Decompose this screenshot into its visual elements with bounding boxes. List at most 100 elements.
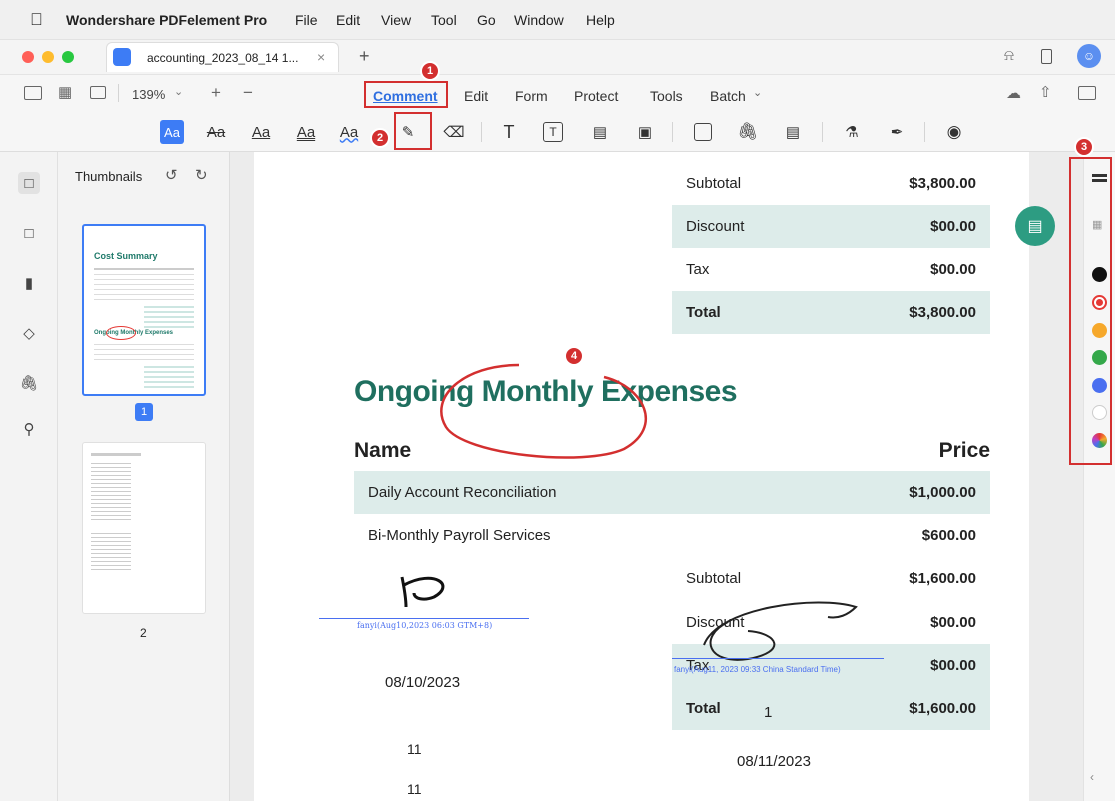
device-icon[interactable] [1041,49,1052,64]
signature-caption: fanyi(Aug10,2023 06:03 GTM+8) [357,621,493,630]
summary-label: Total [686,700,721,717]
new-tab-button[interactable]: + [359,46,370,67]
menu-tool[interactable]: Tool [431,12,457,28]
signature-line [672,658,884,659]
close-tab-icon[interactable]: × [317,49,325,65]
toolbar-divider [481,122,482,142]
handwritten-signature-1[interactable] [394,567,464,612]
tab-protect[interactable]: Protect [574,88,618,104]
cloud-icon[interactable]: ☁ [1006,84,1021,102]
menu-go[interactable]: Go [477,12,496,28]
search-icon[interactable]: ⚲ [18,418,40,440]
bookmark-icon[interactable]: ▮ [18,272,40,294]
text-box-icon[interactable]: T [497,120,521,144]
signature-pen-icon[interactable]: ✒ [885,120,909,144]
menu-window[interactable]: Window [514,12,564,28]
eye-icon[interactable]: ◉ [942,120,966,144]
toolbar-divider [118,84,119,102]
thumbnail-summary-2 [144,366,194,388]
rectangle-icon[interactable] [694,123,712,141]
page-view-icon[interactable] [90,86,106,99]
double-underline-tool[interactable]: Aa [294,120,318,144]
table-row: Bi-Monthly Payroll Services $600.00 [354,514,990,557]
page-icon[interactable]: □ [18,172,40,194]
thumbnail-mini-title: Cost Summary [94,251,158,261]
close-window-button[interactable] [22,51,34,63]
page-thumbnail-2[interactable] [82,442,206,614]
summary-value: $00.00 [930,657,976,674]
comment-icon[interactable]: □ [18,222,40,244]
right-panel-icon[interactable] [1078,86,1096,100]
apple-icon[interactable]:  [30,10,43,30]
rotate-left-icon[interactable]: ↺ [165,166,178,184]
highlight-text-tool[interactable]: Aa [160,120,184,144]
measure-icon[interactable]: ▤ [781,120,805,144]
tab-tools[interactable]: Tools [650,88,683,104]
item-price: $1,000.00 [909,484,976,501]
sidebar-toggle-icon[interactable] [24,86,42,100]
summary-row-discount: Discount $00.00 [672,205,990,248]
zoom-dropdown-icon[interactable]: ⌄ [174,85,183,98]
stamp-icon[interactable]: ⚗ [840,120,864,144]
menu-bar:  Wondershare PDFelement Pro File Edit V… [0,0,1115,40]
strikethrough-tool[interactable]: Aa [204,120,228,144]
thumbnails-panel: Thumbnails ↺ ↻ Cost Summary Ongoing Mont… [58,152,230,801]
thumbnail-table [94,274,194,302]
callout-box-palette [1069,157,1112,465]
batch-dropdown-icon[interactable]: ⌄ [753,86,762,99]
date-text: 08/11/2023 [737,753,811,770]
page-thumbnail-1[interactable]: Cost Summary Ongoing Monthly Expenses [82,224,206,396]
callout-icon[interactable]: ▤ [588,120,612,144]
menu-help[interactable]: Help [586,12,615,28]
underline-tool[interactable]: Aa [249,120,273,144]
bell-icon[interactable]: ⍾ [1004,47,1014,64]
grid-view-icon[interactable]: ▦ [58,83,72,101]
summary-label: Subtotal [686,570,742,587]
callout-badge-4: 4 [564,346,584,366]
callout-badge-2: 2 [370,128,390,148]
summary-label: Discount [686,218,745,235]
thumbnail-summary [144,306,194,328]
pdf-page[interactable]: Subtotal $3,800.00 Discount $00.00 Tax $… [254,152,1055,801]
document-tab[interactable]: accounting_2023_08_14 1... × [106,42,339,72]
document-tab-title: accounting_2023_08_14 1... [147,51,299,65]
pdfelement-logo-icon [113,48,131,66]
zoom-level[interactable]: 139% [132,87,165,102]
red-ink-annotation[interactable] [424,357,664,467]
zoom-in-icon[interactable]: + [211,83,221,103]
toolbar-divider [924,122,925,142]
summary-row-subtotal: Subtotal $1,600.00 [672,557,990,601]
share-icon[interactable]: ⇧ [1039,83,1052,101]
summary-value: $00.00 [930,614,976,631]
text-field-icon[interactable]: T [543,122,563,142]
tab-form[interactable]: Form [515,88,548,104]
ai-assistant-icon[interactable]: ▤ [1015,206,1055,246]
collapse-panel-icon[interactable]: ‹ [1090,770,1094,784]
layers-icon[interactable]: ◇ [18,322,40,344]
squiggly-underline-tool[interactable]: Aa [337,120,361,144]
callout-badge-3: 3 [1074,137,1094,157]
summary-row-total: Total $3,800.00 [672,291,990,334]
tab-batch[interactable]: Batch [710,88,746,104]
avatar[interactable]: ☺ [1077,44,1101,68]
summary-row-tax: Tax $00.00 [672,248,990,291]
app-name-menu[interactable]: Wondershare PDFelement Pro [66,12,267,28]
eraser-icon[interactable]: ⌫ [442,120,466,144]
attachment-icon[interactable]: 🖇 [736,120,760,144]
main-toolbar: ▦ 139% ⌄ + − Comment Edit Form Protect T… [0,74,1115,112]
item-price: $600.00 [921,527,976,544]
zoom-out-icon[interactable]: − [243,83,253,103]
tab-edit[interactable]: Edit [464,88,488,104]
minimize-window-button[interactable] [42,51,54,63]
zoom-window-button[interactable] [62,51,74,63]
comment-toolbar: Aa Aa Aa Aa Aa ✎ ⌫ T T ▤ ▣ 🖇 ▤ ⚗ ✒ ◉ [0,112,1115,152]
menu-edit[interactable]: Edit [336,12,360,28]
menu-view[interactable]: View [381,12,411,28]
menu-file[interactable]: File [295,12,318,28]
rotate-right-icon[interactable]: ↻ [195,166,208,184]
summary-label: Tax [686,261,710,278]
handwritten-signature-2[interactable] [698,597,863,672]
note-icon[interactable]: ▣ [633,120,657,144]
attachment-icon[interactable]: 🖇 [18,372,40,394]
number-text: 11 [407,741,422,757]
